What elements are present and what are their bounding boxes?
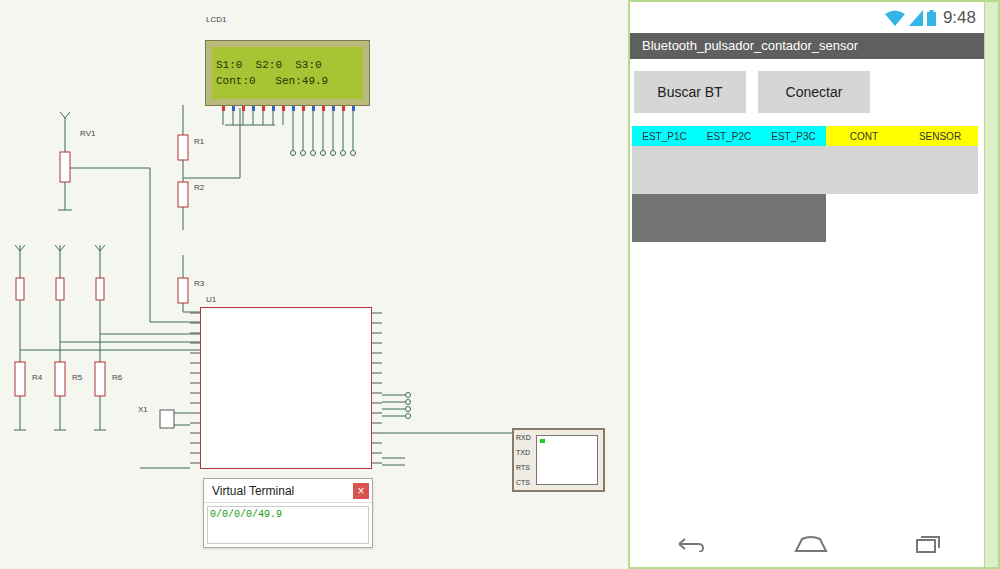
terminal-led <box>540 439 545 443</box>
schematic-canvas: LCD1 S1:0 S2:0 S3:0Cont:0 Sen:49.9 RV1 R1 R2… <box>0 0 628 569</box>
app-title-bar: Bluetooth_pulsador_contador_sensor <box>630 33 984 59</box>
home-icon[interactable] <box>794 535 828 553</box>
header-cell: SENSOR <box>902 126 978 146</box>
close-button[interactable]: × <box>353 483 369 499</box>
terminal-pin: RXD <box>516 434 531 442</box>
virtual-terminal-window[interactable]: Virtual Terminal × 0/0/0/0/49.9 <box>203 478 373 548</box>
lcd-line: Cont:0 Sen:49.9 <box>216 73 359 89</box>
component-label: R4 <box>32 372 42 384</box>
table-header: EST_P1CEST_P2CEST_P3CCONTSENSOR <box>632 126 984 146</box>
app-button[interactable]: Buscar BT <box>634 71 746 113</box>
signal-icon <box>909 10 923 26</box>
header-cell: EST_P3C <box>761 126 826 146</box>
virtual-terminal-output[interactable]: 0/0/0/0/49.9 <box>207 506 369 544</box>
component-label: R3 <box>194 278 204 290</box>
value-row <box>632 146 978 194</box>
component-label: R2 <box>194 182 204 194</box>
navigation-bar <box>630 521 984 567</box>
virtual-terminal-title: Virtual Terminal <box>212 482 294 500</box>
header-cell: EST_P2C <box>697 126 761 146</box>
component-label: R1 <box>194 136 204 148</box>
status-time: 9:48 <box>943 5 976 31</box>
lcd-label: LCD1 <box>206 14 226 26</box>
wifi-icon <box>885 10 905 26</box>
lcd: S1:0 S2:0 S3:0Cont:0 Sen:49.9 <box>205 40 370 106</box>
microcontroller <box>200 307 372 469</box>
data-table: EST_P1CEST_P2CEST_P3CCONTSENSOR <box>632 126 984 242</box>
button-row: Buscar BT Conectar <box>634 71 984 113</box>
component-label: R5 <box>72 372 82 384</box>
lcd-line: S1:0 S2:0 S3:0 <box>216 57 359 73</box>
app: LCD1 S1:0 S2:0 S3:0Cont:0 Sen:49.9 RV1 R1 R2… <box>0 0 1000 569</box>
lcd-display: S1:0 S2:0 S3:0Cont:0 Sen:49.9 <box>212 47 363 99</box>
back-icon[interactable] <box>673 536 707 552</box>
terminal-pin: TXD <box>516 449 531 457</box>
battery-icon <box>927 10 936 26</box>
terminal-pins: RXD TXD RTS CTS <box>514 430 531 490</box>
terminal-device: RXD TXD RTS CTS <box>512 428 605 492</box>
header-cell: EST_P1C <box>632 126 697 146</box>
phone-emulator: 9:48Bluetooth_pulsador_contador_sensor Bu… <box>628 0 1000 569</box>
terminal-pin: CTS <box>516 479 531 487</box>
component-label: X1 <box>138 404 148 416</box>
virtual-terminal-titlebar[interactable]: Virtual Terminal × <box>204 479 372 503</box>
scrollbar[interactable] <box>984 2 998 567</box>
component-label: R6 <box>112 372 122 384</box>
terminal-screen <box>536 435 598 485</box>
recent-apps-icon[interactable] <box>915 535 941 553</box>
app-button[interactable]: Conectar <box>758 71 870 113</box>
terminal-pin: RTS <box>516 464 531 472</box>
component-label: U1 <box>206 294 216 306</box>
phone-screen: 9:48Bluetooth_pulsador_contador_sensor Bu… <box>630 2 984 567</box>
header-cell: CONT <box>826 126 902 146</box>
value-block <box>632 194 826 242</box>
status-bar: 9:48 <box>630 2 984 33</box>
component-label: RV1 <box>80 128 95 140</box>
